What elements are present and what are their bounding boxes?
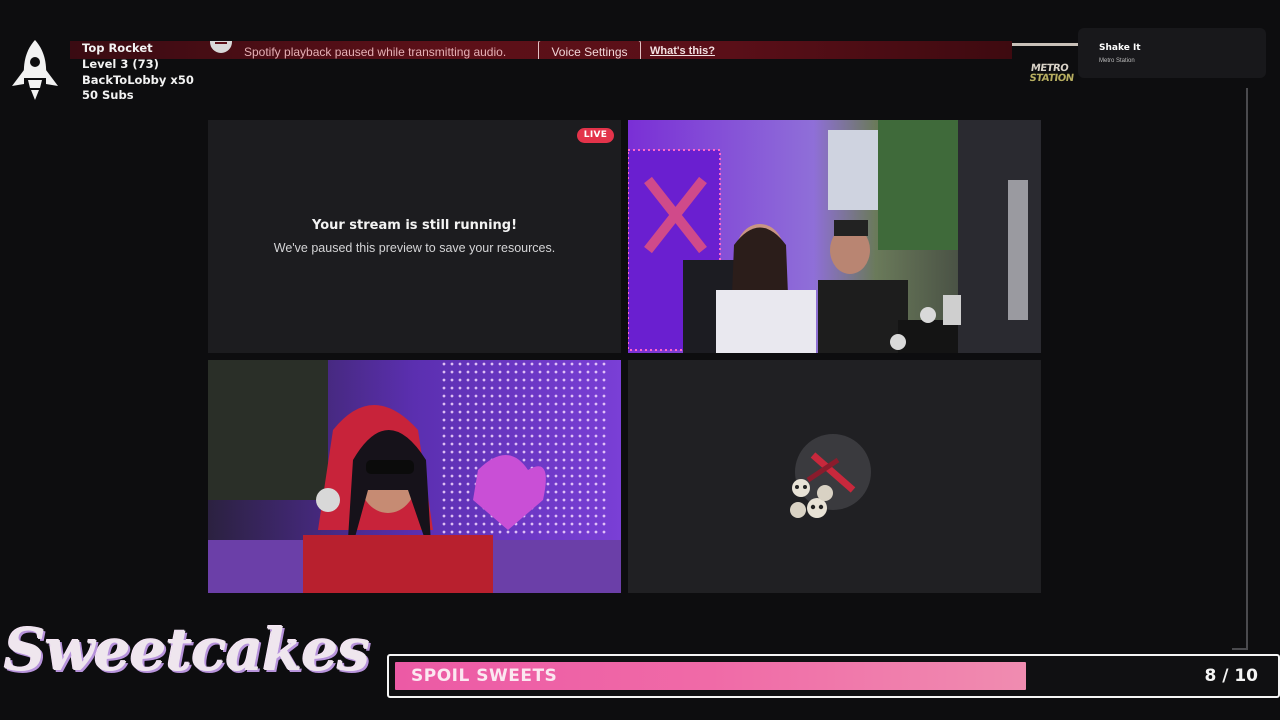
stat-subs: 50 Subs [82, 88, 134, 103]
overlay-frame-corner [1232, 648, 1248, 650]
stream-tile-webcam-duo[interactable] [628, 120, 1041, 353]
sub-goal-bar: SPOIL SWEETS 8 / 10 [387, 654, 1280, 698]
goal-count: 8 / 10 [1204, 666, 1258, 686]
song-title: Shake It [1099, 43, 1141, 53]
webcam-duo-image [628, 120, 1041, 353]
album-logo: METRO STATION [1028, 63, 1075, 84]
stream-tile-logo[interactable] [628, 360, 1041, 593]
paused-subtitle: We've paused this preview to save your r… [273, 241, 556, 255]
goal-label: SPOIL SWEETS [411, 666, 558, 686]
album-art: METRO STATION [1012, 40, 1080, 90]
stat-top-rocket: Top Rocket [82, 41, 153, 55]
webcam-solo-image [208, 360, 621, 593]
voice-settings-button[interactable]: Voice Settings [538, 41, 641, 59]
whats-this-link[interactable]: What's this? [650, 45, 715, 57]
spotify-icon [210, 41, 232, 53]
stream-tile-paused[interactable]: Your stream is still running! We've paus… [208, 120, 621, 353]
skull-logo-image [790, 434, 871, 518]
stream-tile-webcam-solo[interactable] [208, 360, 621, 593]
stat-back-to-lobby: BackToLobby x50 [82, 72, 194, 87]
now-playing-card: Shake It Metro Station [1078, 28, 1266, 78]
brand-wordmark: Sweetcakes [4, 616, 370, 684]
song-artist: Metro Station [1099, 58, 1135, 64]
rocket-icon [12, 40, 58, 100]
paused-title: Your stream is still running! [311, 218, 518, 233]
live-badge: LIVE [577, 128, 614, 143]
overlay-frame-line [1246, 88, 1248, 650]
spotify-notice-banner: Spotify playback paused while transmitti… [70, 41, 1012, 59]
notice-text: Spotify playback paused while transmitti… [244, 45, 507, 59]
stat-level: Level 3 (73) [82, 56, 159, 71]
stream-stats: Top Rocket Level 3 (73) BackToLobby x50 … [82, 41, 194, 104]
